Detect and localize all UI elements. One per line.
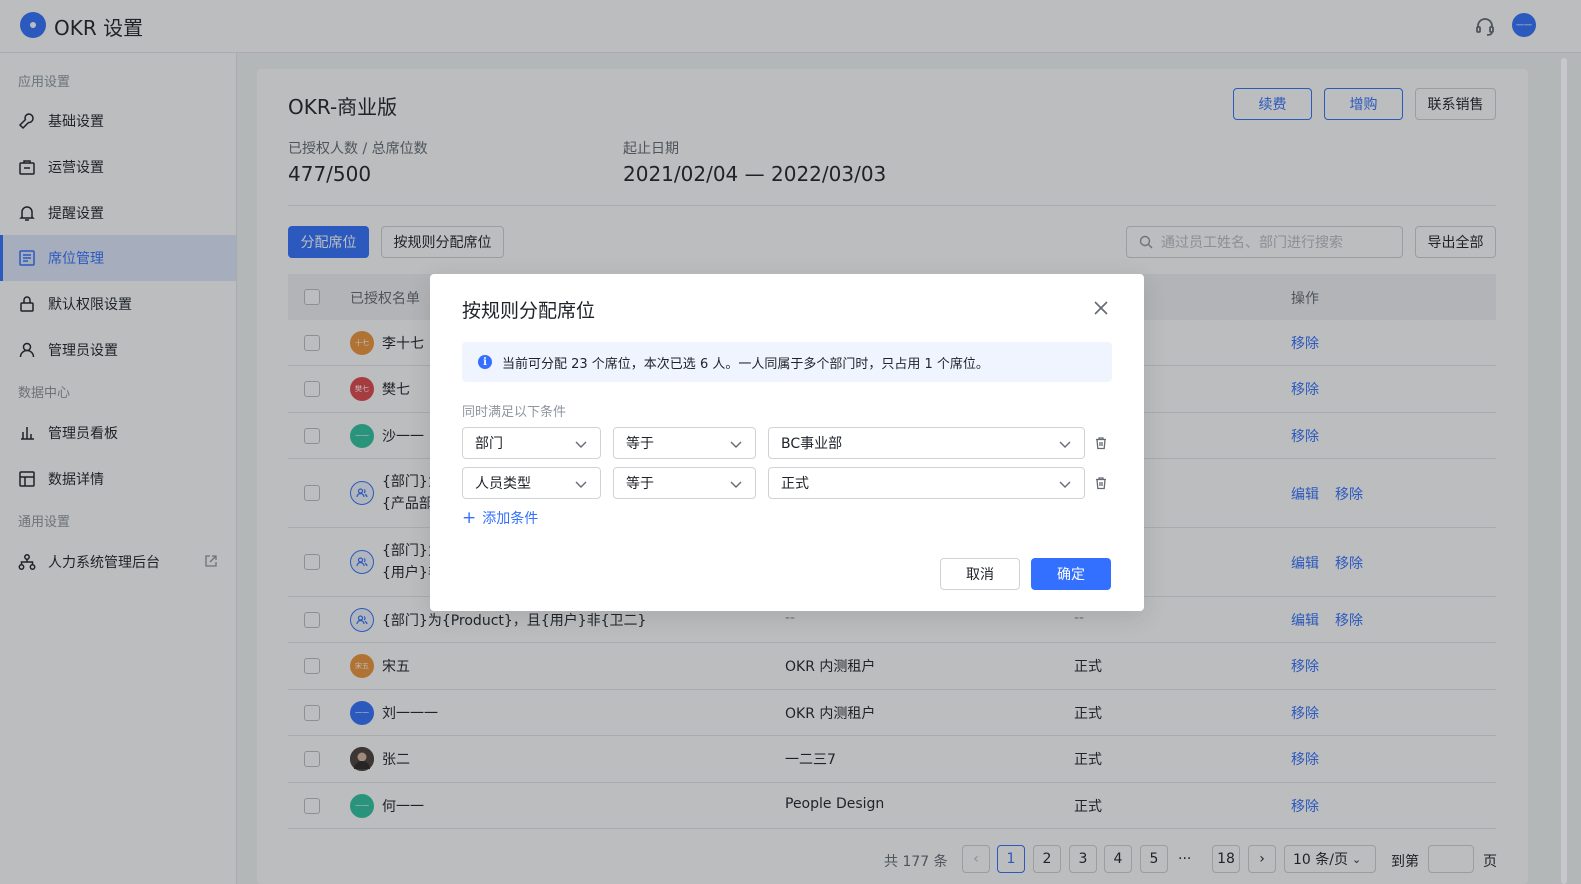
condition-value-select[interactable]: 正式 <box>768 467 1085 499</box>
condition-field-select[interactable]: 部门 <box>462 427 601 459</box>
condition-field-select[interactable]: 人员类型 <box>462 467 601 499</box>
chevron-down-icon <box>1059 481 1071 488</box>
add-condition-label: 添加条件 <box>482 511 539 527</box>
chevron-down-icon <box>575 481 587 488</box>
select-value: 人员类型 <box>475 476 531 492</box>
dialog-title: 按规则分配席位 <box>462 300 596 322</box>
select-value: 正式 <box>781 476 809 492</box>
assign-by-rule-dialog: 按规则分配席位 i 当前可分配 23 个席位，本次已选 6 人。一人同属于多个部… <box>430 274 1144 611</box>
chevron-down-icon <box>1059 441 1071 448</box>
trash-icon[interactable] <box>1094 436 1108 450</box>
select-value: 等于 <box>626 436 654 452</box>
chevron-down-icon <box>730 441 742 448</box>
close-icon[interactable] <box>1092 299 1110 317</box>
alert-text: 当前可分配 23 个席位，本次已选 6 人。一人同属于多个部门时，只占用 1 个… <box>502 356 989 372</box>
condition-operator-select[interactable]: 等于 <box>613 427 756 459</box>
chevron-down-icon <box>575 441 587 448</box>
page-scrollbar[interactable] <box>1561 58 1567 884</box>
cancel-button[interactable]: 取消 <box>940 558 1020 590</box>
select-value: BC事业部 <box>781 436 843 452</box>
add-condition-button[interactable]: + 添加条件 <box>462 508 538 528</box>
condition-value-select[interactable]: BC事业部 <box>768 427 1085 459</box>
trash-icon[interactable] <box>1094 476 1108 490</box>
select-value: 等于 <box>626 476 654 492</box>
select-value: 部门 <box>475 436 503 452</box>
plus-icon: + <box>462 507 477 528</box>
info-icon: i <box>478 355 492 369</box>
chevron-down-icon <box>730 481 742 488</box>
info-alert: i 当前可分配 23 个席位，本次已选 6 人。一人同属于多个部门时，只占用 1… <box>462 342 1112 382</box>
confirm-button[interactable]: 确定 <box>1031 558 1111 590</box>
condition-operator-select[interactable]: 等于 <box>613 467 756 499</box>
condition-label: 同时满足以下条件 <box>462 405 567 420</box>
